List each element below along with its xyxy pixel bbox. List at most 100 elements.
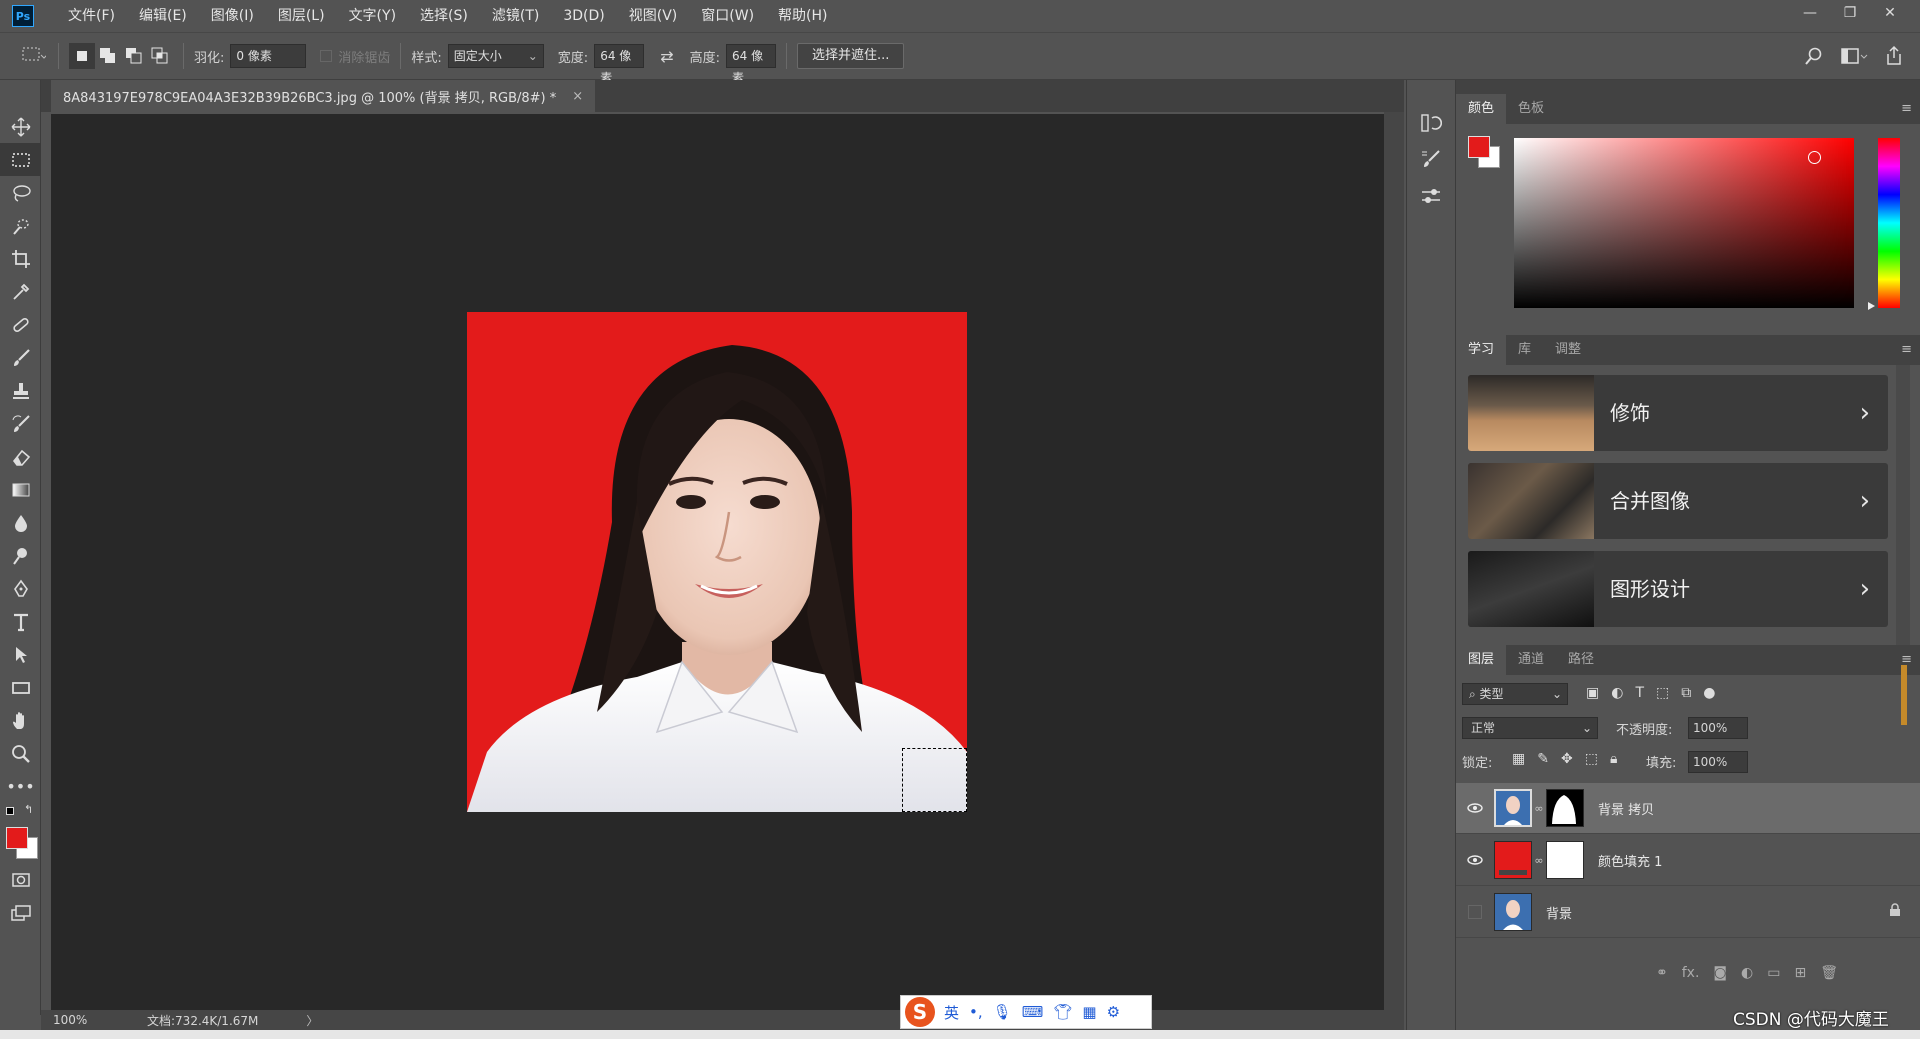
link-layers-icon[interactable]: ⚭ <box>1656 965 1668 981</box>
link-icon[interactable]: ∞ <box>1534 854 1544 867</box>
new-selection-button[interactable] <box>69 43 95 69</box>
default-colors-icon[interactable] <box>6 807 14 815</box>
history-panel-button[interactable] <box>1407 104 1454 142</box>
lock-pixels-icon[interactable]: ✎ <box>1537 751 1549 767</box>
type-tool[interactable] <box>0 605 41 638</box>
lock-position-icon[interactable]: ✥ <box>1561 751 1573 767</box>
workspace-icon[interactable] <box>1840 46 1868 66</box>
eyedropper-tool[interactable] <box>0 275 41 308</box>
feather-input[interactable]: 0 像素 <box>230 44 307 68</box>
gradient-tool[interactable] <box>0 473 41 506</box>
panel-resize-handle[interactable] <box>1901 665 1907 725</box>
blend-mode-select[interactable]: 正常 ⌄ <box>1462 717 1598 739</box>
link-icon[interactable]: ∞ <box>1534 802 1544 815</box>
menu-filter[interactable]: 滤镜(T) <box>480 0 551 32</box>
menu-3d[interactable]: 3D(D) <box>551 0 616 32</box>
add-selection-button[interactable] <box>95 43 121 69</box>
menu-window[interactable]: 窗口(W) <box>689 0 766 32</box>
zoom-tool[interactable] <box>0 737 41 770</box>
eraser-tool[interactable] <box>0 440 41 473</box>
opacity-input[interactable]: 100% <box>1688 717 1748 739</box>
keyboard-icon[interactable]: ⌨ <box>1022 1003 1044 1021</box>
tab-learn[interactable]: 学习 <box>1456 335 1507 365</box>
menu-layer[interactable]: 图层(L) <box>266 0 337 32</box>
height-input[interactable]: 64 像素 <box>725 44 776 85</box>
ime-punctuation[interactable]: •, <box>969 1003 983 1021</box>
settings-icon[interactable]: ⚙ <box>1107 1003 1120 1021</box>
lock-transparent-icon[interactable]: ▦ <box>1512 751 1525 767</box>
ime-language[interactable]: 英 <box>944 1002 959 1023</box>
close-tab-icon[interactable]: × <box>572 89 583 104</box>
fill-input[interactable]: 100% <box>1688 751 1748 773</box>
canvas-scrollbar[interactable] <box>1384 112 1404 1010</box>
menu-type[interactable]: 文字(Y) <box>337 0 408 32</box>
tab-paths[interactable]: 路径 <box>1556 645 1606 675</box>
filter-toggle-icon[interactable]: ● <box>1703 685 1715 701</box>
smart-object-filter-icon[interactable]: ⧉ <box>1681 685 1691 701</box>
menu-help[interactable]: 帮助(H) <box>766 0 839 32</box>
rectangle-tool[interactable] <box>0 671 41 704</box>
document-tab[interactable]: 8A843197E978C9EA04A3E32B39B26BC3.jpg @ 1… <box>51 80 596 112</box>
trash-icon[interactable]: 🗑︎ <box>1820 965 1838 981</box>
eye-icon[interactable] <box>1456 855 1494 865</box>
swap-colors-icon[interactable]: ↰ <box>24 803 33 816</box>
layer-thumbnail-color-fill[interactable] <box>1494 841 1532 879</box>
foreground-color-swatch[interactable] <box>6 827 28 849</box>
adjustment-layer-icon[interactable]: ◐ <box>1741 965 1753 981</box>
menu-select[interactable]: 选择(S) <box>408 0 480 32</box>
tab-libraries[interactable]: 库 <box>1506 335 1543 365</box>
marquee-tool-preset[interactable] <box>20 44 48 68</box>
adjustment-filter-icon[interactable]: ◐ <box>1611 685 1623 701</box>
quick-select-tool[interactable] <box>0 209 41 242</box>
restore-button[interactable]: ❐ <box>1830 0 1870 26</box>
share-icon[interactable] <box>1884 45 1904 67</box>
tab-layers[interactable]: 图层 <box>1456 645 1507 675</box>
path-select-tool[interactable] <box>0 638 41 671</box>
select-and-mask-button[interactable]: 选择并遮住... <box>796 43 905 69</box>
blur-tool[interactable] <box>0 506 41 539</box>
dodge-tool[interactable] <box>0 539 41 572</box>
skin-icon[interactable]: 👕︎ <box>1053 1003 1072 1021</box>
brush-panel-button[interactable] <box>1407 142 1454 178</box>
type-filter-icon[interactable]: T <box>1635 685 1644 701</box>
shape-filter-icon[interactable]: ⬚ <box>1656 685 1669 701</box>
hand-tool[interactable] <box>0 704 41 737</box>
zoom-level[interactable]: 100% <box>41 1013 89 1027</box>
swap-dimensions-icon[interactable]: ⇄ <box>660 47 673 66</box>
style-select[interactable]: 固定大小 ⌄ <box>447 44 544 68</box>
new-group-icon[interactable]: ▭ <box>1767 965 1780 981</box>
panel-menu-icon[interactable]: ≡ <box>1901 94 1912 124</box>
panel-menu-icon[interactable]: ≡ <box>1901 335 1912 365</box>
panel-foreground-swatch[interactable] <box>1468 136 1490 158</box>
document-image[interactable] <box>467 312 967 812</box>
layer-row-background-copy[interactable]: ∞ 背景 拷贝 <box>1456 783 1920 834</box>
screen-mode-button[interactable] <box>0 896 41 929</box>
new-layer-icon[interactable]: ⊞ <box>1794 965 1806 981</box>
brush-tool[interactable] <box>0 341 41 374</box>
menu-image[interactable]: 图像(I) <box>199 0 266 32</box>
layer-filter-select[interactable]: ⌕ 类型 ⌄ <box>1462 683 1568 705</box>
menu-edit[interactable]: 编辑(E) <box>127 0 199 32</box>
menu-file[interactable]: 文件(F) <box>56 0 127 32</box>
layer-mask-thumbnail[interactable] <box>1546 789 1584 827</box>
search-icon[interactable] <box>1804 46 1824 66</box>
learn-card-combine[interactable]: 合并图像 › <box>1468 463 1888 539</box>
move-tool[interactable] <box>0 110 41 143</box>
intersect-selection-button[interactable] <box>147 43 173 69</box>
lock-all-icon[interactable]: 🔒︎ <box>1610 751 1617 767</box>
status-menu-arrow[interactable]: 〉 <box>306 1012 318 1029</box>
apps-icon[interactable]: ▦ <box>1082 1003 1096 1021</box>
layer-mask-thumbnail[interactable] <box>1546 841 1584 879</box>
learn-card-retouch[interactable]: 修饰 › <box>1468 375 1888 451</box>
subtract-selection-button[interactable] <box>121 43 147 69</box>
marquee-selection[interactable] <box>902 748 967 812</box>
width-input[interactable]: 64 像素 <box>594 44 645 85</box>
sogou-logo-icon[interactable]: S <box>905 997 935 1027</box>
tab-adjustments[interactable]: 调整 <box>1543 335 1593 365</box>
tab-swatches[interactable]: 色板 <box>1506 94 1556 124</box>
tab-color[interactable]: 颜色 <box>1456 94 1507 124</box>
quick-mask-button[interactable] <box>0 863 41 896</box>
pixel-filter-icon[interactable]: ▣ <box>1586 685 1599 701</box>
layer-row-color-fill[interactable]: ∞ 颜色填充 1 <box>1456 835 1920 886</box>
hue-slider-handle[interactable] <box>1868 302 1875 310</box>
